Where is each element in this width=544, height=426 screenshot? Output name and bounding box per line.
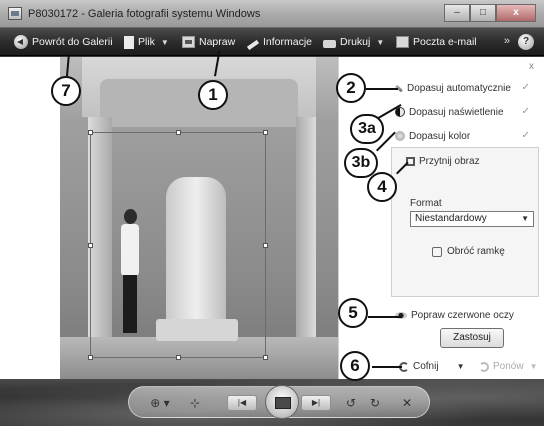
back-to-gallery-button[interactable]: Powrót do Galerii — [14, 34, 113, 50]
title-bar: P8030172 - Galeria fotografii systemu Wi… — [0, 0, 544, 28]
slideshow-button[interactable] — [265, 385, 299, 419]
crop-frame[interactable] — [88, 130, 268, 360]
crop-section: Przytnij obraz Format Niestandardowy ▼ O… — [391, 147, 539, 348]
chevron-down-icon[interactable]: ▼ — [457, 362, 465, 371]
email-icon — [396, 36, 409, 48]
photo-column-right — [296, 117, 316, 357]
rotate-counterclockwise-button[interactable]: ↺ — [343, 396, 359, 410]
callout-2: 2 — [336, 73, 366, 103]
crop-handle-top[interactable] — [176, 130, 181, 135]
back-arrow-icon — [14, 35, 28, 49]
undo-label: Cofnij — [413, 361, 439, 372]
callout-5-leader — [368, 316, 402, 318]
playback-controls-bar: ⊕ ▾ ⊹ |◀ ▶| ↺ ↻ ✕ — [0, 379, 544, 426]
info-label: Informacje — [263, 36, 313, 48]
format-label: Format — [410, 198, 442, 209]
checkmark-icon: ✓ — [521, 106, 530, 117]
callout-7: 7 — [51, 76, 81, 106]
zoom-button[interactable]: ⊕ ▾ — [143, 396, 177, 410]
apply-button[interactable]: Zastosuj — [440, 328, 504, 348]
command-toolbar: Powrót do Galerii Plik ▼ Napraw Informac… — [0, 28, 544, 56]
fix-button[interactable]: Napraw — [182, 34, 235, 50]
adjust-exposure-button[interactable]: Dopasuj naświetlenie — [395, 105, 504, 119]
crop-picture-label: Przytnij obraz — [419, 155, 480, 167]
redo-button[interactable]: Ponów ▼ — [479, 361, 538, 372]
callout-1: 1 — [198, 80, 228, 110]
actual-size-button[interactable]: ⊹ — [185, 396, 205, 410]
adjust-color-label: Dopasuj kolor — [409, 130, 471, 142]
previous-button[interactable]: |◀ — [227, 395, 257, 411]
redo-icon — [479, 361, 489, 372]
crop-picture-button[interactable]: Przytnij obraz — [406, 154, 480, 168]
back-to-gallery-label: Powrót do Galerii — [32, 36, 113, 48]
auto-adjust-label: Dopasuj automatycznie — [407, 82, 511, 94]
help-button[interactable]: ? — [518, 34, 534, 50]
callout-6-leader — [372, 366, 402, 368]
controls-pill: ⊕ ▾ ⊹ |◀ ▶| ↺ ↻ ✕ — [128, 385, 430, 419]
fix-red-eye-label: Popraw czerwone oczy — [411, 309, 514, 321]
crop-handle-top-left[interactable] — [88, 130, 93, 135]
rotate-frame-label: Obróć ramkę — [447, 246, 505, 257]
rotate-clockwise-button[interactable]: ↻ — [367, 396, 383, 410]
info-tag-icon — [246, 39, 260, 51]
checkmark-icon: ✓ — [521, 130, 530, 141]
redo-label: Ponów — [493, 361, 524, 372]
maximize-button[interactable]: □ — [470, 4, 496, 22]
print-menu-label: Drukuj — [340, 36, 371, 48]
next-button[interactable]: ▶| — [301, 395, 331, 411]
print-menu-button[interactable]: Drukuj ▼ — [323, 34, 384, 50]
content-area: x Dopasuj automatycznie ✓ Dopasuj naświe… — [0, 57, 544, 379]
crop-handle-right[interactable] — [263, 243, 268, 248]
crop-handle-bottom[interactable] — [176, 355, 181, 360]
rotate-frame-button[interactable]: Obróć ramkę — [432, 246, 505, 257]
chevron-down-icon: ▼ — [521, 214, 529, 223]
format-dropdown-value: Niestandardowy — [415, 213, 487, 224]
printer-icon — [323, 40, 336, 48]
callout-2-leader — [366, 88, 398, 90]
minimize-button[interactable]: – — [444, 4, 470, 22]
crop-handle-bottom-right[interactable] — [263, 355, 268, 360]
close-button[interactable]: x — [496, 4, 536, 22]
email-button[interactable]: Poczta e-mail — [396, 34, 477, 50]
window-title: P8030172 - Galeria fotografii systemu Wi… — [28, 8, 261, 20]
rotate-frame-icon — [432, 246, 442, 257]
format-dropdown[interactable]: Niestandardowy ▼ — [410, 211, 534, 227]
app-icon — [8, 7, 22, 20]
callout-3a: 3a — [350, 114, 384, 144]
delete-button[interactable]: ✕ — [399, 396, 415, 410]
info-button[interactable]: Informacje — [246, 34, 313, 51]
crop-handle-top-right[interactable] — [263, 130, 268, 135]
more-commands-button[interactable]: » — [504, 35, 510, 47]
undo-button[interactable]: Cofnij ▼ — [399, 361, 465, 372]
callout-5: 5 — [338, 298, 368, 328]
adjust-exposure-label: Dopasuj naświetlenie — [409, 106, 504, 118]
crop-handle-left[interactable] — [88, 243, 93, 248]
fix-label: Napraw — [199, 36, 236, 48]
file-icon — [124, 35, 134, 49]
callout-6: 6 — [340, 351, 370, 381]
email-label: Poczta e-mail — [413, 36, 477, 48]
checkmark-icon: ✓ — [521, 82, 530, 93]
chevron-down-icon: ▼ — [160, 37, 169, 47]
fix-red-eye-button[interactable]: Popraw czerwone oczy — [395, 308, 514, 322]
photo-viewer — [0, 57, 338, 379]
fix-icon — [182, 36, 195, 48]
window-controls: – □ x — [444, 4, 536, 22]
adjust-color-button[interactable]: Dopasuj kolor — [395, 129, 470, 143]
color-icon — [395, 131, 405, 141]
file-menu-label: Plik — [138, 36, 155, 48]
photo-arch — [100, 79, 298, 127]
fix-panel: x Dopasuj automatycznie ✓ Dopasuj naświe… — [338, 57, 544, 379]
photo-gallery-window: P8030172 - Galeria fotografii systemu Wi… — [0, 0, 544, 426]
close-panel-button[interactable]: x — [529, 61, 534, 72]
callout-4: 4 — [367, 172, 397, 202]
file-menu-button[interactable]: Plik ▼ — [124, 34, 169, 50]
crop-handle-bottom-left[interactable] — [88, 355, 93, 360]
auto-adjust-button[interactable]: Dopasuj automatycznie — [395, 81, 511, 95]
chevron-down-icon: ▼ — [529, 362, 538, 371]
chevron-down-icon: ▼ — [376, 37, 385, 47]
